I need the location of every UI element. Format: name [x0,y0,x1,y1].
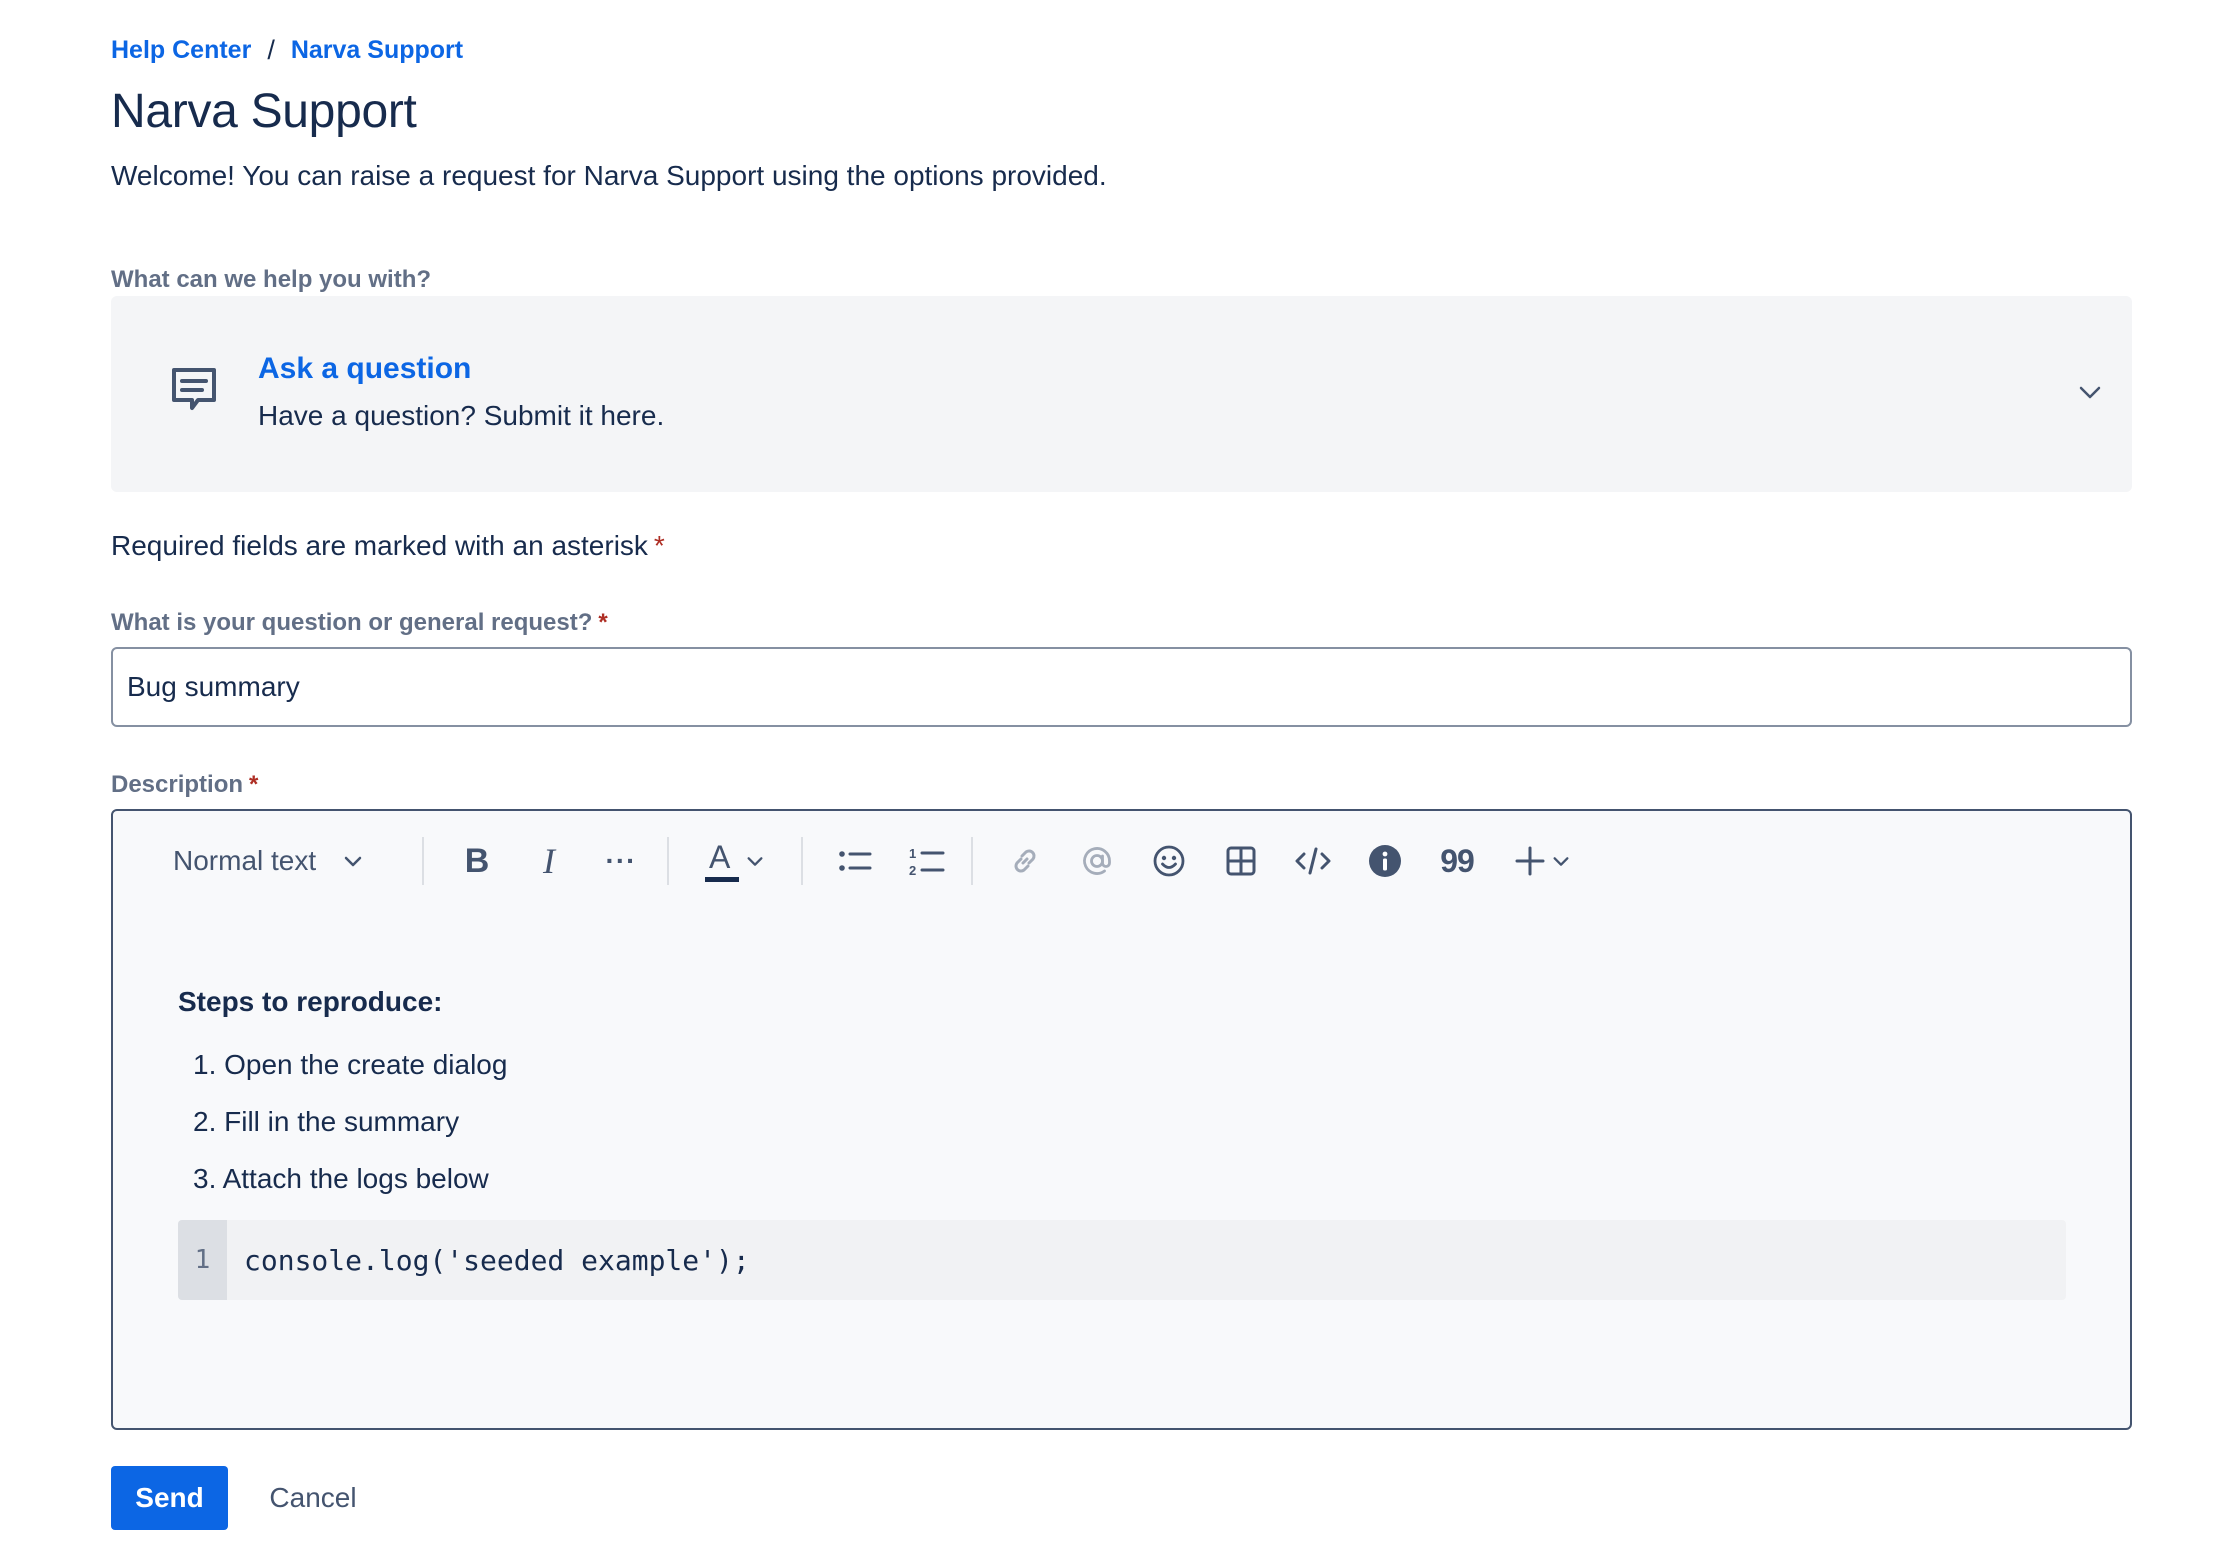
list-item: 1. Open the create dialog [193,1049,508,1080]
numbered-list-button[interactable]: 1 2 [901,835,953,887]
required-asterisk: * [249,771,259,798]
description-label: Description * [111,771,258,799]
required-asterisk: * [653,530,665,561]
table-icon [1226,846,1256,876]
summary-input[interactable] [111,647,2132,727]
code-line: console.log('seeded example'); [244,1243,750,1277]
chevron-down-icon [344,856,362,867]
text-color-icon: A [705,839,739,883]
chevron-down-icon[interactable] [2077,379,2103,405]
code-block[interactable]: 1 console.log('seeded example'); [178,1220,2066,1300]
code-icon [1295,847,1331,875]
text-style-dropdown[interactable]: Normal text [173,835,383,887]
italic-button[interactable]: I [523,835,575,887]
chevron-down-icon [1553,857,1569,866]
request-page: Help Center / Narva Support Narva Suppor… [0,0,2216,1562]
mention-icon [1083,847,1111,875]
italic-icon: I [543,841,555,881]
svg-text:1: 1 [909,846,916,861]
description-label-text: Description [111,771,244,798]
quote-icon: 99 [1440,842,1475,879]
insert-more-button[interactable] [1503,835,1583,887]
link-button[interactable] [999,835,1051,887]
request-type-label: What can we help you with? [111,266,432,293]
description-editor[interactable]: Normal text B I ··· A 1 2 99 Steps to re… [111,809,2132,1430]
text-color-swatch [705,877,739,882]
breadcrumb-separator: / [267,34,275,65]
toolbar-divider [801,837,803,885]
info-panel-icon [1369,845,1401,877]
mention-button[interactable] [1071,835,1123,887]
bullet-list-icon [839,851,872,871]
editor-toolbar: Normal text B I ··· A 1 2 99 [113,811,2130,911]
bold-icon: B [464,841,490,880]
required-asterisk: * [598,609,608,636]
info-panel-button[interactable] [1359,835,1411,887]
breadcrumb-narva-support[interactable]: Narva Support [291,36,463,65]
code-button[interactable] [1287,835,1339,887]
quote-button[interactable]: 99 [1431,835,1483,887]
bold-button[interactable]: B [451,835,503,887]
text-style-label: Normal text [173,845,317,876]
steps-list: 1. Open the create dialog 2. Fill in the… [193,1045,507,1216]
table-button[interactable] [1215,835,1267,887]
toolbar-divider [422,837,424,885]
breadcrumb-help-center[interactable]: Help Center [111,36,251,65]
text-color-glyph: A [709,839,731,875]
request-type-select[interactable]: Ask a question Have a question? Submit i… [111,296,2132,492]
numbered-list-icon: 1 2 [909,846,945,878]
comment-icon [172,368,216,410]
summary-label-text: What is your question or general request… [111,609,593,636]
request-type-description: Have a question? Submit it here. [258,400,665,431]
chevron-down-icon [747,857,763,866]
toolbar-divider [971,837,973,885]
welcome-text: Welcome! You can raise a request for Nar… [111,160,1107,191]
text-color-button[interactable]: A [695,835,775,887]
send-button[interactable]: Send [111,1466,228,1530]
link-icon [1014,849,1036,873]
list-item: 3. Attach the logs below [193,1163,489,1194]
toolbar-divider [667,837,669,885]
emoji-icon [1153,845,1185,877]
emoji-button[interactable] [1143,835,1195,887]
request-type-title: Ask a question [258,352,472,385]
required-fields-note: Required fields are marked with an aster… [111,530,665,562]
steps-heading: Steps to reproduce: [178,986,443,1017]
insert-more-icon [1515,846,1545,876]
bullet-list-button[interactable] [829,835,881,887]
more-formatting-button[interactable]: ··· [595,835,647,887]
required-note-text: Required fields are marked with an aster… [111,530,648,561]
svg-text:2: 2 [909,863,916,878]
code-line-number: 1 [178,1220,227,1300]
page-title: Narva Support [111,85,417,138]
breadcrumb: Help Center / Narva Support [111,30,463,70]
summary-label: What is your question or general request… [111,609,608,637]
list-item: 2. Fill in the summary [193,1106,460,1137]
cancel-button[interactable]: Cancel [248,1466,378,1530]
more-formatting-icon: ··· [605,845,637,876]
